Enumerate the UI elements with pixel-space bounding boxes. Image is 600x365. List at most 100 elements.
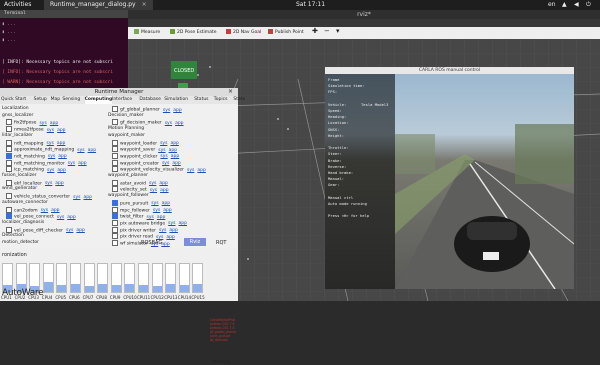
node-checkbox[interactable] — [112, 219, 118, 226]
tab-map[interactable]: Map — [51, 96, 61, 104]
tab-interface[interactable]: Interface — [112, 96, 132, 104]
node-checkbox[interactable] — [112, 206, 118, 213]
sys-link[interactable]: sys — [57, 215, 64, 220]
sys-link[interactable]: sys — [47, 128, 54, 133]
node-row[interactable]: pure_pursuit sys app — [112, 199, 170, 206]
node-checkbox[interactable] — [6, 152, 12, 159]
node-checkbox[interactable] — [112, 213, 118, 220]
power-icon[interactable]: ⏻ — [586, 1, 591, 9]
node-checkbox[interactable] — [112, 106, 118, 112]
remove-tool-icon[interactable]: − — [324, 27, 330, 35]
node-checkbox[interactable] — [112, 152, 118, 159]
node-row[interactable]: icp_matching sys app — [6, 166, 66, 173]
app-link[interactable]: app — [57, 128, 65, 133]
node-checkbox[interactable] — [6, 146, 12, 153]
node-row[interactable]: twist_filter sys app — [112, 213, 165, 220]
activities-button[interactable]: Activities — [4, 1, 31, 8]
node-checkbox[interactable] — [6, 193, 12, 200]
tool-measure[interactable]: Measure — [134, 29, 160, 37]
node-checkbox[interactable] — [112, 179, 118, 186]
node-checkbox[interactable] — [6, 119, 12, 126]
node-row[interactable]: waypoint_clicker sys app — [112, 152, 179, 159]
tab-database[interactable]: Database — [139, 96, 160, 104]
app-link[interactable]: app — [88, 148, 96, 153]
node-checkbox[interactable] — [6, 213, 12, 220]
sys-link[interactable]: sys — [45, 181, 52, 186]
node-checkbox[interactable] — [112, 199, 118, 206]
node-row[interactable]: astar_avoid sys app — [112, 179, 168, 186]
rosbag-button[interactable]: ROSBAG — [141, 240, 162, 246]
node-row[interactable]: pix driver writer sys app — [112, 226, 178, 233]
close-icon[interactable]: × — [142, 1, 147, 8]
terminal-window[interactable]: Terminal ▮ ... ▮ ... ▮ ... [ INFO]: Nece… — [0, 10, 128, 88]
node-row[interactable]: ndt_mapping sys app — [6, 139, 65, 146]
sys-link[interactable]: sys — [68, 161, 75, 166]
tab-simulation[interactable]: Simulation — [164, 96, 188, 104]
node-row[interactable]: velocity_set sys app — [112, 186, 169, 193]
node-row[interactable]: waypoint_creator sys app — [112, 159, 181, 166]
node-row[interactable]: approximate_ndt_mapping sys app — [6, 146, 96, 153]
close-icon[interactable]: × — [228, 88, 233, 96]
node-checkbox[interactable] — [6, 226, 12, 233]
app-link[interactable]: app — [57, 168, 65, 173]
app-link[interactable]: app — [78, 161, 86, 166]
language-indicator[interactable]: en — [548, 1, 556, 8]
sys-link[interactable]: sys — [47, 168, 54, 173]
node-checkbox[interactable] — [112, 226, 118, 233]
add-tool-icon[interactable]: ✚ — [312, 27, 318, 35]
sys-link[interactable]: sys — [163, 108, 170, 113]
node-checkbox[interactable] — [112, 240, 118, 246]
sys-link[interactable]: sys — [77, 148, 84, 153]
node-row[interactable]: fix2tfpose sys app — [6, 119, 58, 126]
window-tab[interactable]: Runtime_manager_dialog.py × — [44, 0, 153, 10]
node-checkbox[interactable] — [6, 166, 12, 173]
node-row[interactable]: gf_decision_maker sys app — [112, 119, 184, 126]
clock[interactable]: Sat 17:11 — [296, 1, 325, 8]
node-row[interactable]: ndt_matching_monitor sys app — [6, 159, 87, 166]
sys-link[interactable]: sys — [66, 228, 73, 233]
app-link[interactable]: app — [160, 188, 168, 193]
node-row[interactable]: ndt_matching sys app — [6, 152, 67, 159]
tab-topics[interactable]: Topics — [214, 96, 228, 104]
app-link[interactable]: app — [55, 181, 63, 186]
node-row[interactable]: nmea2tfpose sys app — [6, 126, 66, 133]
dropdown-icon[interactable]: ▾ — [336, 27, 340, 35]
rviz-button[interactable]: Rviz — [184, 238, 206, 246]
node-checkbox[interactable] — [6, 139, 12, 146]
node-row[interactable]: waypoint_loader sys app — [112, 139, 179, 146]
app-link[interactable]: app — [67, 215, 75, 220]
tab-computing[interactable]: Computing — [84, 96, 113, 104]
node-checkbox[interactable] — [112, 146, 118, 153]
network-icon[interactable]: ▲ — [562, 1, 567, 8]
tool-nav-goal[interactable]: 2D Nav Goal — [226, 29, 261, 37]
node-checkbox[interactable] — [112, 233, 118, 240]
node-row[interactable]: ekf_localizer sys app — [6, 179, 64, 186]
carla-camera-view[interactable]: Frame Simulation time: FPS: Vehicle: Tesla M… — [325, 74, 574, 289]
app-link[interactable]: app — [161, 242, 169, 247]
sys-link[interactable]: sys — [150, 188, 157, 193]
node-checkbox[interactable] — [6, 179, 12, 186]
tool-publish-point[interactable]: Publish Point — [268, 29, 304, 37]
node-row[interactable]: vel_pose_diff_checker sys app — [6, 226, 85, 233]
tab-state[interactable]: State — [233, 96, 245, 104]
tool-pose-estimate[interactable]: 2D Pose Estimate — [170, 29, 217, 37]
node-checkbox[interactable] — [6, 206, 12, 213]
node-row[interactable]: waypoint_velocity_visualizer sys app — [112, 166, 206, 173]
node-row[interactable]: waypoint_saver sys app — [112, 146, 177, 153]
node-row[interactable]: vel_pose_connect sys app — [6, 213, 76, 220]
app-link[interactable]: app — [175, 121, 183, 126]
node-checkbox[interactable] — [112, 139, 118, 146]
node-checkbox[interactable] — [6, 159, 12, 166]
app-link[interactable]: app — [173, 108, 181, 113]
sys-link[interactable]: sys — [187, 168, 194, 173]
sys-link[interactable]: sys — [165, 121, 172, 126]
sys-link[interactable]: sys — [73, 195, 80, 200]
node-row[interactable]: can2odom sys app — [6, 206, 60, 213]
node-row[interactable]: pix driver read sys app — [112, 233, 175, 240]
node-row[interactable]: gf_global_planner sys app — [112, 106, 182, 113]
node-checkbox[interactable] — [112, 186, 118, 193]
app-link[interactable]: app — [76, 228, 84, 233]
tab-setup[interactable]: Setup — [34, 96, 47, 104]
app-link[interactable]: app — [179, 221, 187, 226]
tab-status[interactable]: Status — [194, 96, 208, 104]
